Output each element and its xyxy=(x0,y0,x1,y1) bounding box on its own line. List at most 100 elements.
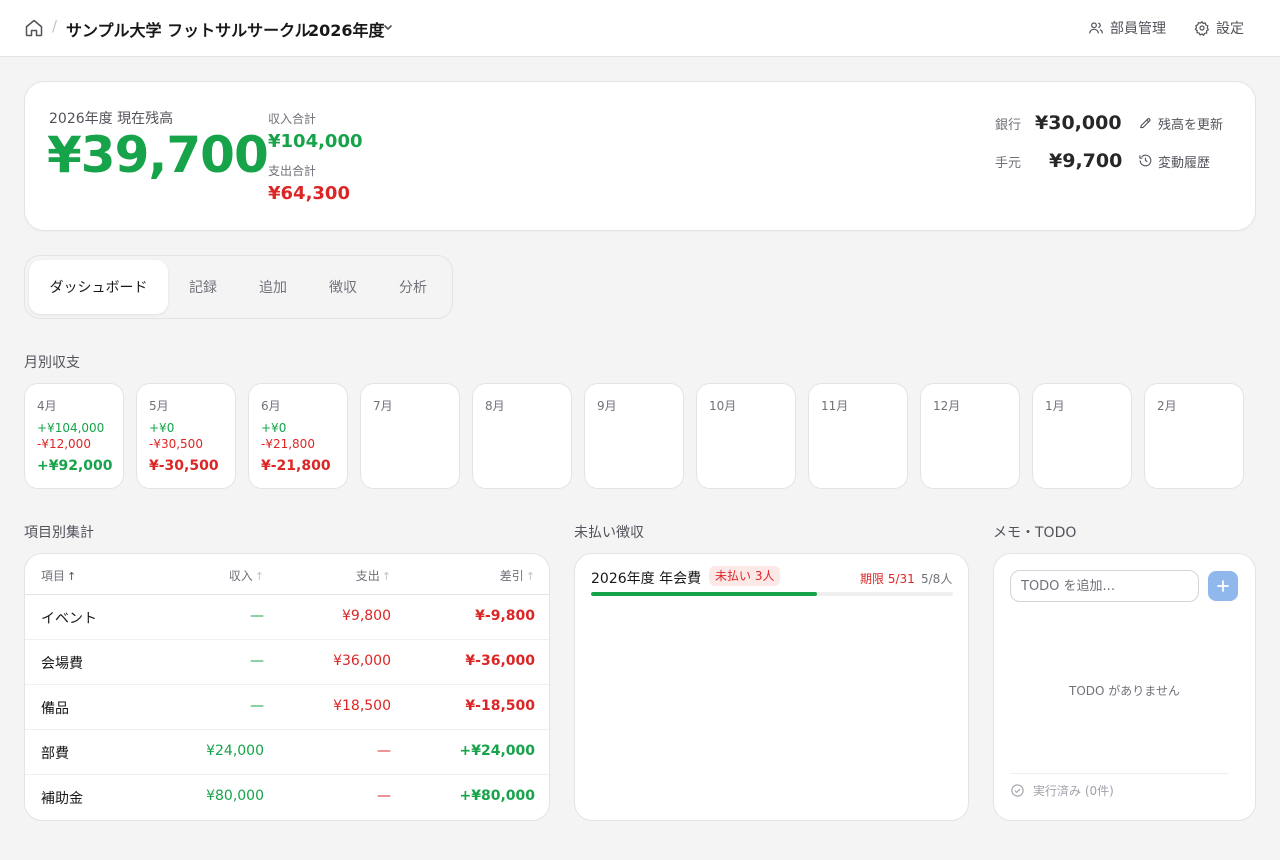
divider xyxy=(1010,773,1229,774)
collection-progress-bar xyxy=(591,592,953,596)
month-card[interactable]: 7月 xyxy=(360,383,460,489)
table-row[interactable]: 部費 ¥24,000 — +¥24,000 xyxy=(25,730,549,775)
tab-collection[interactable]: 徴収 xyxy=(313,260,373,314)
table-row[interactable]: 会場費 — ¥36,000 ¥-36,000 xyxy=(25,640,549,685)
completed-todos-label: 実行済み (0件) xyxy=(1033,784,1114,798)
sort-icon: ↑ xyxy=(254,570,264,583)
month-name: 1月 xyxy=(1045,399,1065,413)
month-name: 4月 xyxy=(37,399,57,413)
category-expense: ¥9,800 xyxy=(342,608,391,624)
category-summary-table: 項目 ↑ 収入 ↑ 支出 ↑ 差引 ↑ イベント — ¥9,800 ¥-9,800 会場費 — ¥3… xyxy=(24,553,550,821)
sort-asc-icon: ↑ xyxy=(67,570,77,583)
fiscal-year-select[interactable]: 2026年度 xyxy=(308,17,393,41)
category-expense: — xyxy=(377,788,391,804)
tab-records[interactable]: 記録 xyxy=(173,260,233,314)
month-name: 7月 xyxy=(373,399,393,413)
month-income: +¥0 xyxy=(261,421,287,435)
category-name: 備品 xyxy=(41,701,69,717)
settings-label: 設定 xyxy=(1216,21,1244,37)
category-diff: +¥24,000 xyxy=(459,743,536,759)
cash-amount: ¥9,700 xyxy=(1049,150,1123,172)
settings-button[interactable]: 設定 xyxy=(1194,18,1246,38)
todo-card: TODO がありません 実行済み (0件) xyxy=(993,553,1256,821)
completed-todos-toggle[interactable]: 実行済み (0件) xyxy=(1010,782,1170,800)
month-name: 6月 xyxy=(261,399,281,413)
expense-total-amount: ¥64,300 xyxy=(268,183,350,204)
month-card[interactable]: 4月 +¥104,000 -¥12,000 +¥92,000 xyxy=(24,383,124,489)
expense-total-label: 支出合計 xyxy=(268,164,317,178)
gear-icon xyxy=(1194,20,1210,36)
table-row[interactable]: 補助金 ¥80,000 — +¥80,000 xyxy=(25,775,549,820)
column-item-header[interactable]: 項目 ↑ xyxy=(41,567,76,584)
category-expense: — xyxy=(377,743,391,759)
todo-empty-message: TODO がありません xyxy=(1069,684,1180,698)
month-card[interactable]: 12月 xyxy=(920,383,1020,489)
month-card[interactable]: 1月 xyxy=(1032,383,1132,489)
income-total-amount: ¥104,000 xyxy=(268,131,363,152)
unpaid-status-badge: 未払い 3人 xyxy=(709,566,781,586)
table-row[interactable]: 備品 — ¥18,500 ¥-18,500 xyxy=(25,685,549,730)
column-expense-header[interactable]: 支出 ↑ xyxy=(356,567,391,584)
current-balance-label: 2026年度 現在残高 xyxy=(49,111,174,127)
month-card[interactable]: 5月 +¥0 -¥30,500 ¥-30,500 xyxy=(136,383,236,489)
unpaid-collections-card: 2026年度 年会費 未払い 3人 期限 5/31 5/8人 xyxy=(574,553,969,821)
month-expense: -¥21,800 xyxy=(261,437,315,451)
income-total-label: 収入合計 xyxy=(268,112,317,126)
breadcrumb-separator: / xyxy=(52,17,58,35)
month-name: 2月 xyxy=(1157,399,1177,413)
category-diff: ¥-18,500 xyxy=(465,698,535,714)
category-diff: ¥-9,800 xyxy=(475,608,535,624)
month-card[interactable]: 2月 xyxy=(1144,383,1244,489)
category-name: イベント xyxy=(41,611,97,627)
month-name: 5月 xyxy=(149,399,169,413)
organization-name[interactable]: サンプル大学 フットサルサークル xyxy=(66,17,311,41)
home-icon[interactable] xyxy=(24,18,44,38)
chevron-down-icon xyxy=(383,24,393,31)
tab-analysis[interactable]: 分析 xyxy=(383,260,443,314)
check-circle-icon xyxy=(1011,784,1024,797)
column-diff-header[interactable]: 差引 ↑ xyxy=(500,567,535,584)
category-income: ¥80,000 xyxy=(206,788,264,804)
month-name: 11月 xyxy=(821,399,849,413)
month-card[interactable]: 11月 xyxy=(808,383,908,489)
todo-input[interactable] xyxy=(1010,570,1199,602)
add-todo-button[interactable] xyxy=(1208,571,1238,601)
cash-label: 手元 xyxy=(995,156,1022,171)
month-expense: -¥12,000 xyxy=(37,437,91,451)
month-income: +¥0 xyxy=(149,421,175,435)
unpaid-paid-count: 5/8人 xyxy=(921,572,953,586)
update-balance-button[interactable]: 残高を更新 xyxy=(1138,114,1234,133)
month-card[interactable]: 8月 xyxy=(472,383,572,489)
category-name: 部費 xyxy=(41,746,69,762)
category-diff: ¥-36,000 xyxy=(465,653,535,669)
sort-icon: ↑ xyxy=(381,570,391,583)
table-row[interactable]: イベント — ¥9,800 ¥-9,800 xyxy=(25,595,549,640)
month-card[interactable]: 6月 +¥0 -¥21,800 ¥-21,800 xyxy=(248,383,348,489)
members-button[interactable]: 部員管理 xyxy=(1088,18,1168,38)
category-name: 補助金 xyxy=(41,791,83,807)
month-card[interactable]: 9月 xyxy=(584,383,684,489)
month-name: 10月 xyxy=(709,399,737,413)
month-card[interactable]: 10月 xyxy=(696,383,796,489)
month-name: 8月 xyxy=(485,399,505,413)
month-income: +¥104,000 xyxy=(37,421,105,435)
month-name: 9月 xyxy=(597,399,617,413)
balance-history-button[interactable]: 変動履歴 xyxy=(1138,152,1228,171)
users-icon xyxy=(1089,22,1103,34)
category-expense: ¥18,500 xyxy=(333,698,391,714)
current-balance-amount: ¥39,700 xyxy=(47,126,269,184)
sort-icon: ↑ xyxy=(525,570,535,583)
pencil-icon xyxy=(1139,118,1151,129)
category-expense: ¥36,000 xyxy=(333,653,391,669)
tab-dashboard[interactable]: ダッシュボード xyxy=(29,260,168,314)
balance-history-label: 変動履歴 xyxy=(1158,156,1211,171)
collection-progress-fill xyxy=(591,592,818,596)
balance-summary-card: 2026年度 現在残高 ¥39,700 収入合計 ¥104,000 支出合計 ¥… xyxy=(24,81,1256,231)
category-section-title: 項目別集計 xyxy=(24,525,94,541)
month-net: +¥92,000 xyxy=(37,458,113,474)
bank-amount: ¥30,000 xyxy=(1035,112,1122,134)
fiscal-year-label: 2026年度 xyxy=(308,21,385,40)
main-tabs: ダッシュボード 記録 追加 徴収 分析 xyxy=(24,255,453,319)
column-income-header[interactable]: 収入 ↑ xyxy=(229,567,264,584)
tab-add[interactable]: 追加 xyxy=(243,260,303,314)
